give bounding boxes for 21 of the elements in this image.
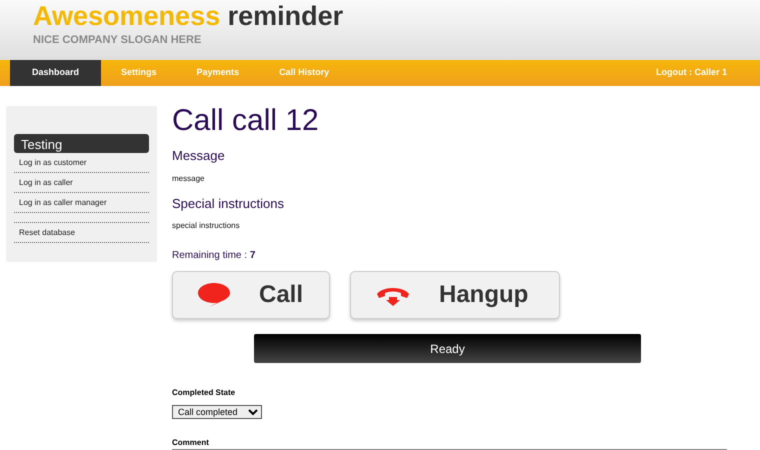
remaining-time: Remaining time : 7 [172,249,256,263]
field-label: Comment [172,437,210,449]
sidebar-link[interactable]: Log in as caller manager [14,193,149,213]
status-bar: Ready [254,334,641,363]
slogan: NICE COMPANY SLOGAN HERE [33,33,202,48]
app-title: Awesomeness reminder [33,0,344,30]
section-text: special instructions [172,220,241,232]
state-select[interactable]: Call completed [172,405,262,419]
section-text: message [172,172,206,184]
section-heading: Message [172,147,226,165]
section-heading: Special instructions [172,194,285,213]
sidebar-link[interactable]: Log in as customer [14,153,149,173]
hangup-button[interactable]: Hangup [350,271,560,319]
sidebar-link[interactable]: Reset database [14,222,149,243]
sidebar-title: Testing [14,134,149,153]
call-button[interactable]: Call [172,271,330,319]
page-title: Call call 12 [172,104,320,137]
field-label: Completed State [172,387,236,399]
nav-tab[interactable]: Dashboard [10,60,102,86]
sidebar-link[interactable]: Log in as caller [14,173,149,193]
speech-bubble-icon [197,282,231,308]
